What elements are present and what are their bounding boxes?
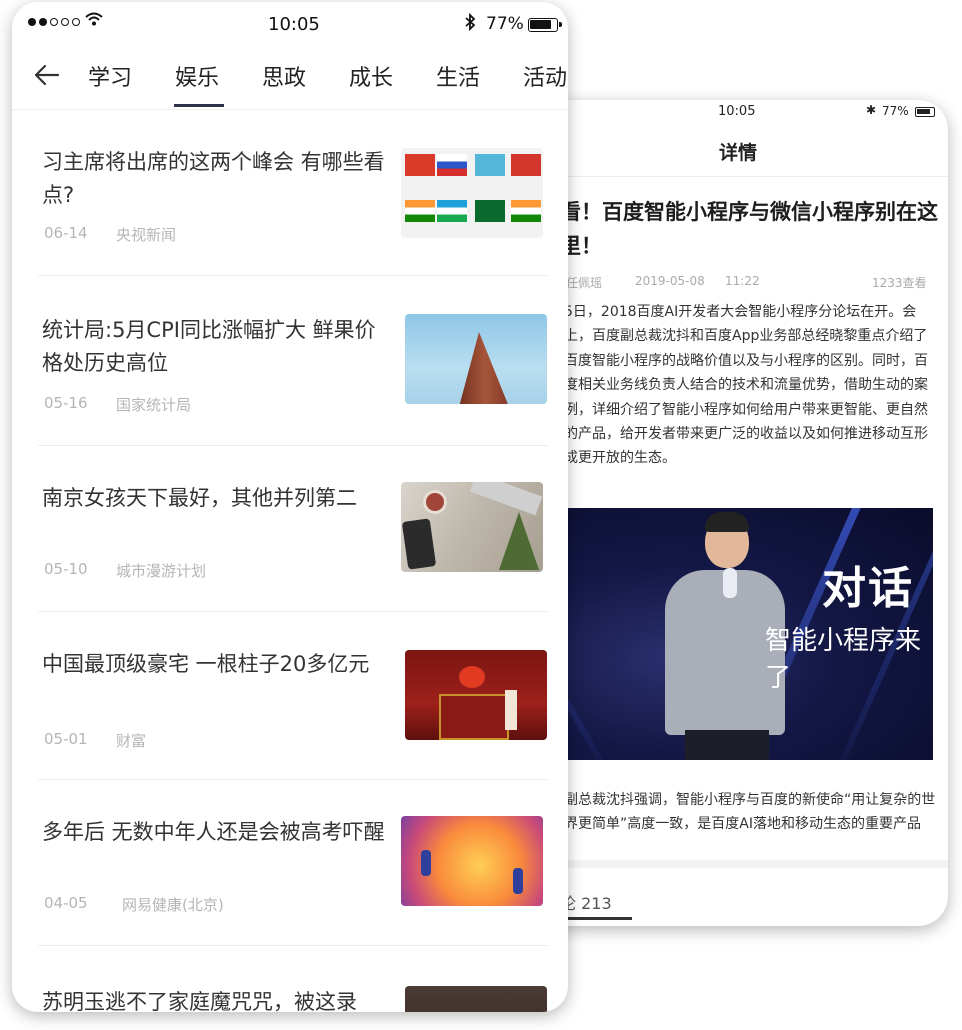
status-time: 10:05 — [268, 14, 320, 35]
news-list-phone-screen: 10:05 77% 学习 娱乐 思政 成长 生活 活动 习主席将出席的这两个峰会… — [12, 2, 568, 1012]
news-date: 06-14 — [44, 224, 88, 242]
gate-thumbnail — [405, 650, 547, 740]
news-title: 中国最顶级豪宅 一根柱子20多亿元 — [42, 652, 370, 676]
news-title: 习主席将出席的这两个峰会 有哪些看点? — [42, 150, 385, 207]
article-date: 2019-05-08 — [635, 274, 705, 288]
article-views: 1233查看 — [872, 276, 927, 290]
bluetooth-icon — [464, 12, 476, 35]
comments-tab-underline — [560, 917, 632, 920]
detail-status-time: 10:05 — [718, 104, 756, 119]
article-time: 11:22 — [725, 274, 760, 288]
article-title: 看！百度智能小程序与微信小程序别在这里！ — [560, 200, 938, 258]
detail-status-bar: 10:05 ✱ 77% — [520, 100, 948, 124]
speaker-figure — [685, 730, 769, 760]
news-date: 05-16 — [44, 394, 88, 412]
status-bar: 10:05 77% — [12, 2, 568, 46]
news-title: 南京女孩天下最好，其他并列第二 — [42, 486, 357, 510]
news-list-item[interactable]: 统计局:5月CPI同比涨幅扩大 鲜果价格处历史高位 05-16 国家统计局 — [38, 276, 548, 446]
news-date: 05-10 — [44, 560, 88, 578]
news-list-item[interactable]: 中国最顶级豪宅 一根柱子20多亿元 05-01 财富 — [38, 612, 548, 780]
article-author: 任佩瑶 — [566, 276, 603, 290]
article-image: 对话 智能小程序来了 — [560, 508, 933, 760]
wifi-icon — [85, 12, 103, 30]
news-title: 多年后 无数中年人还是会被高考吓醒 — [42, 820, 385, 844]
news-list-item[interactable]: 多年后 无数中年人还是会被高考吓醒 04-05 网易健康(北京) — [38, 780, 548, 946]
dark-thumbnail — [405, 986, 547, 1012]
news-list-item[interactable]: 苏明玉逃不了家庭魔咒咒，被这录 — [38, 946, 548, 1012]
tab-growth[interactable]: 成长 — [349, 60, 393, 92]
article-body-continued: 副总裁沈抖强调，智能小程序与百度的新使命“用让复杂的世界更简单”高度一致，是百度… — [564, 792, 936, 833]
battery-icon — [528, 18, 562, 32]
news-title: 苏明玉逃不了家庭魔咒咒，被这录 — [42, 990, 357, 1012]
news-list-item[interactable]: 习主席将出席的这两个峰会 有哪些看点? 06-14 央视新闻 — [38, 110, 548, 276]
tab-life[interactable]: 生活 — [436, 60, 480, 92]
stage-light — [560, 563, 621, 760]
active-tab-indicator — [174, 104, 224, 107]
news-source: 城市漫游计划 — [116, 562, 207, 580]
battery-percent: 77% — [486, 14, 524, 34]
desk-thumbnail — [401, 482, 543, 572]
news-date: 05-01 — [44, 730, 88, 748]
tab-activities[interactable]: 活动 — [523, 60, 567, 92]
illustration-thumbnail — [401, 816, 543, 906]
section-divider — [520, 860, 948, 868]
flags-thumbnail — [401, 148, 543, 238]
tab-politics[interactable]: 思政 — [262, 60, 306, 92]
building-thumbnail — [405, 314, 547, 404]
divider — [520, 176, 948, 177]
news-list-item[interactable]: 南京女孩天下最好，其他并列第二 05-10 城市漫游计划 — [38, 446, 548, 612]
news-source: 财富 — [116, 732, 147, 750]
news-source: 央视新闻 — [116, 226, 177, 244]
signal-icon — [28, 18, 80, 26]
detail-nav-title: 详情 — [718, 142, 757, 164]
back-arrow-icon[interactable] — [32, 60, 62, 90]
bluetooth-icon: ✱ — [866, 103, 877, 117]
battery-icon — [915, 107, 935, 117]
speaker-figure — [705, 512, 749, 532]
news-date: 04-05 — [44, 894, 88, 912]
news-title: 统计局:5月CPI同比涨幅扩大 鲜果价格处历史高位 — [42, 318, 376, 375]
image-headline: 对话 — [822, 563, 914, 614]
news-source: 网易健康(北京) — [122, 896, 224, 914]
news-source: 国家统计局 — [116, 396, 192, 414]
image-subheadline: 智能小程序来了 — [765, 626, 922, 693]
article-body: 5日，2018百度AI开发者大会智能小程序分论坛在开。会上，百度副总裁沈抖和百度… — [564, 304, 928, 467]
tab-entertainment[interactable]: 娱乐 — [175, 60, 219, 92]
microphone-icon — [723, 568, 737, 598]
detail-battery-percent: 77% — [882, 104, 909, 118]
tab-study[interactable]: 学习 — [88, 60, 132, 92]
detail-phone-screen: 10:05 ✱ 77% 详情 看！百度智能小程序与微信小程序别在这里！ 任佩瑶 … — [520, 100, 948, 926]
